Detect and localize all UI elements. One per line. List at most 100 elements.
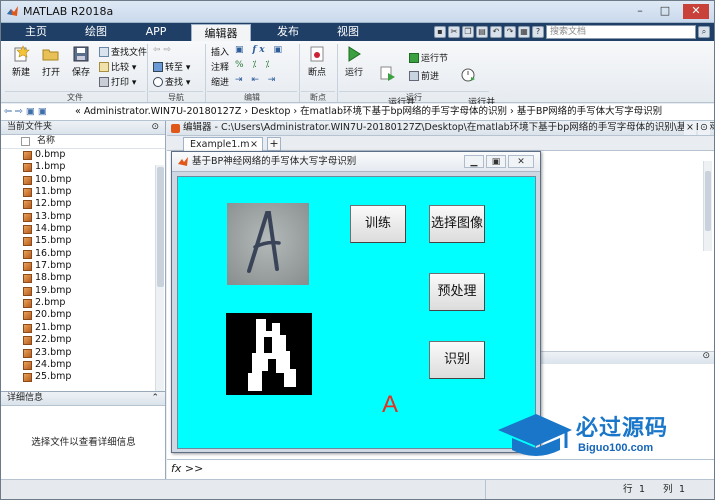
file-list-item[interactable]: 0.bmp [1, 149, 165, 161]
details-message: 选择文件以查看详细信息 [31, 437, 136, 448]
run-section-button[interactable]: 运行节 [409, 51, 448, 64]
tab-plots[interactable]: 绘图 [71, 23, 121, 41]
advance-icon [409, 71, 419, 81]
editor-close-icon[interactable]: × [684, 121, 696, 135]
group-run-label: 运行 [339, 91, 489, 102]
help-icon[interactable]: ? [532, 26, 544, 38]
file-list-scrollbar[interactable] [155, 165, 164, 391]
tab-publish[interactable]: 发布 [263, 23, 313, 41]
group-edit-label: 编辑 [207, 91, 297, 102]
comment-tools-icon[interactable]: % ⁒ ⁒ [235, 60, 272, 70]
search-icon[interactable]: ⌕ [698, 26, 710, 38]
file-list-item[interactable]: 16.bmp [1, 248, 165, 260]
file-list-item[interactable]: 20.bmp [1, 309, 165, 321]
back-forward-icon[interactable]: ⇦ ⇨ [153, 45, 171, 55]
compare-button[interactable]: 比较 ▾ [99, 60, 136, 73]
editor-tabs: Example1.m × + [167, 136, 714, 151]
train-button[interactable]: 训练 [350, 205, 406, 243]
tab-editor[interactable]: 编辑器 [191, 24, 251, 41]
tab-close-icon[interactable]: × [250, 138, 258, 151]
scrollbar-thumb[interactable] [157, 167, 164, 287]
save-button[interactable]: 保存 [67, 45, 95, 78]
figure-maximize-button[interactable]: ▣ [486, 155, 506, 168]
row-label: 行 [623, 484, 633, 495]
name-column-header[interactable]: 名称 [1, 135, 165, 149]
tab-view[interactable]: 视图 [323, 23, 373, 41]
comment-button[interactable]: 注释 [211, 60, 229, 73]
bmp-file-icon [23, 360, 32, 370]
file-list-item[interactable]: 14.bmp [1, 223, 165, 235]
editor-ribbon: 新建 打开 保存 查找文件 比较 ▾ 打印 ▾ 文件 ⇦ ⇨ 转至 ▾ 查找 ▾… [1, 41, 714, 121]
indent-tools-icon[interactable]: ⇥ ⇤ ⇥ [235, 75, 278, 85]
bmp-file-icon [23, 336, 32, 346]
new-tab-button[interactable]: + [267, 137, 281, 151]
command-window-menu-icon[interactable]: ⊙ [702, 351, 710, 361]
details-toggle-icon[interactable]: ⌃ [151, 392, 159, 405]
figure-close-button[interactable]: ✕ [508, 155, 534, 168]
copy-icon[interactable]: ❐ [462, 26, 474, 38]
find-files-button[interactable]: 查找文件 [99, 45, 147, 58]
bmp-file-icon [23, 188, 32, 198]
minimize-button[interactable]: – [631, 4, 649, 19]
navigation-arrows-icon[interactable]: ⇦⇨▣▣ [4, 104, 50, 120]
print-button[interactable]: 打印 ▾ [99, 75, 136, 88]
editor-scrollbar[interactable] [703, 161, 712, 251]
ribbon-separator [147, 44, 148, 102]
close-button[interactable]: ✕ [683, 4, 709, 19]
bmp-file-icon [23, 163, 32, 173]
editor-header: 编辑器 - C:\Users\Administrator.WIN7U-20180… [167, 121, 714, 136]
file-list-item[interactable]: 10.bmp [1, 174, 165, 186]
panel-menu-icon[interactable]: ⊙ [151, 121, 159, 134]
file-list-item[interactable]: 25.bmp [1, 371, 165, 383]
graduation-cap-icon [498, 414, 572, 456]
file-list-item[interactable]: 23.bmp [1, 347, 165, 359]
editor-scrollbar-thumb[interactable] [705, 171, 711, 231]
file-list-item[interactable]: 21.bmp [1, 322, 165, 334]
file-list-item[interactable]: 18.bmp [1, 272, 165, 284]
paste-icon[interactable]: ▤ [476, 26, 488, 38]
file-list-item[interactable]: 15.bmp [1, 235, 165, 247]
select-image-button[interactable]: 选择图像 [429, 205, 485, 243]
new-button[interactable]: 新建 [7, 45, 35, 78]
folder-path[interactable]: « Administrator.WIN7U-20180127Z › Deskto… [75, 104, 662, 120]
tab-apps[interactable]: APP [131, 23, 181, 41]
tab-home[interactable]: 主页 [11, 23, 61, 41]
file-list-item[interactable]: 17.bmp [1, 260, 165, 272]
address-bar[interactable]: ⇦⇨▣▣ « Administrator.WIN7U-20180127Z › D… [1, 104, 714, 121]
file-list-item[interactable]: 1.bmp [1, 161, 165, 173]
save-quick-icon[interactable]: ▪ [434, 26, 446, 38]
insert-button[interactable]: 插入 [211, 45, 229, 58]
cut-icon[interactable]: ✂ [448, 26, 460, 38]
bmp-file-icon [23, 249, 32, 259]
row-value: 1 [639, 484, 646, 495]
file-list-item[interactable]: 19.bmp [1, 285, 165, 297]
maximize-button[interactable]: □ [656, 4, 674, 19]
preprocess-button[interactable]: 预处理 [429, 273, 485, 311]
file-list-item[interactable]: 11.bmp [1, 186, 165, 198]
find-button[interactable]: 查找 ▾ [153, 75, 190, 88]
advance-button[interactable]: 前进 [409, 69, 439, 82]
editor-menu-icon[interactable]: ⊙ [698, 121, 710, 135]
undo-icon[interactable]: ↶ [490, 26, 502, 38]
tab-example1[interactable]: Example1.m × [183, 137, 263, 151]
compare-icon [99, 62, 109, 72]
recognize-button[interactable]: 识别 [429, 341, 485, 379]
breakpoints-button[interactable]: 断点 [303, 45, 331, 78]
file-list-item[interactable]: 24.bmp [1, 359, 165, 371]
file-list-item[interactable]: 2.bmp [1, 297, 165, 309]
goto-button[interactable]: 转至 ▾ [153, 60, 190, 73]
run-button[interactable]: 运行 [341, 45, 367, 78]
col-value: 1 [679, 484, 686, 495]
insert-tools-icon[interactable]: ▣ fx ▣ [235, 45, 285, 55]
file-list-item[interactable]: 22.bmp [1, 334, 165, 346]
bmp-file-icon [23, 151, 32, 160]
file-list-item[interactable]: 13.bmp [1, 211, 165, 223]
open-button[interactable]: 打开 [37, 45, 65, 78]
figure-window: 基于BP神经网络的手写体大写字母识别 ▁ ▣ ✕ 训练 选择图像 预处理 识别 … [171, 151, 541, 453]
search-docs-input[interactable]: 搜索文档 [546, 25, 696, 39]
redo-icon[interactable]: ↷ [504, 26, 516, 38]
figure-minimize-button[interactable]: ▁ [464, 155, 484, 168]
file-list-item[interactable]: 12.bmp [1, 198, 165, 210]
indent-button[interactable]: 缩进 [211, 75, 229, 88]
switch-windows-icon[interactable]: ▦ [518, 26, 530, 38]
